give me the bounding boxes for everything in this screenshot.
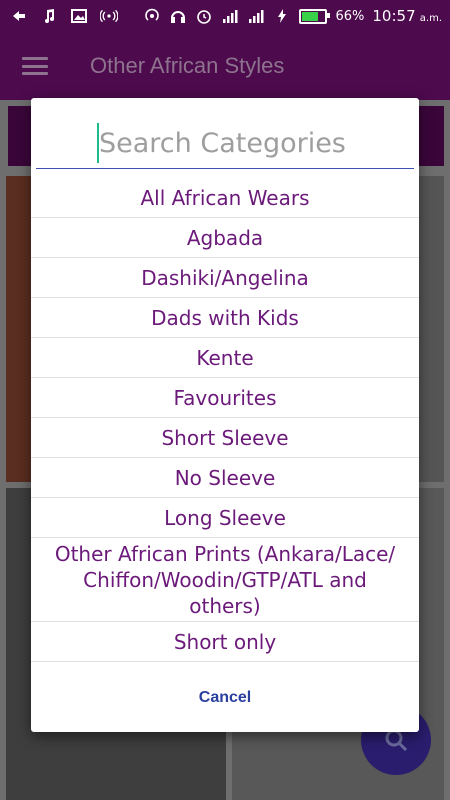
category-item-label: All African Wears: [140, 185, 310, 210]
search-field[interactable]: [36, 118, 414, 169]
category-item-label: Kente: [196, 345, 254, 370]
category-item[interactable]: Long Sleeve: [31, 498, 419, 538]
image-icon: [70, 7, 88, 25]
clock-time: 10:57: [372, 7, 416, 25]
hotspot-icon: [143, 7, 161, 25]
category-item-label: Other African Prints (Ankara/Lace/ Chiff…: [54, 541, 396, 618]
menu-icon[interactable]: [22, 57, 48, 75]
category-item[interactable]: Dashiki/Angelina: [31, 258, 419, 298]
search-input[interactable]: [99, 127, 399, 159]
battery-icon: [299, 8, 331, 24]
back-arrow-icon: [10, 7, 28, 25]
category-item-label: Short only: [173, 629, 277, 654]
headset-icon: [169, 7, 187, 25]
category-list: All African Wears Agbada Dashiki/Angelina D…: [31, 178, 419, 662]
broadcast-icon: [100, 7, 118, 25]
category-item[interactable]: Kente: [31, 338, 419, 378]
signal-icon: [221, 7, 239, 25]
status-bar: 66% 10:57 a.m.: [0, 0, 450, 32]
signal-icon: [247, 7, 265, 25]
category-item[interactable]: Short only: [31, 622, 419, 662]
app-bar: Other African Styles: [0, 32, 450, 100]
clock: 10:57 a.m.: [372, 7, 442, 25]
category-dialog: All African Wears Agbada Dashiki/Angelina D…: [31, 98, 419, 732]
status-right-icons: 66% 10:57 a.m.: [143, 7, 450, 25]
category-item-label: No Sleeve: [174, 465, 276, 490]
category-item[interactable]: Favourites: [31, 378, 419, 418]
category-item-label: Dads with Kids: [151, 305, 299, 330]
category-item-label: Favourites: [173, 385, 277, 410]
page-title: Other African Styles: [90, 53, 285, 78]
battery-percent: 66%: [335, 8, 365, 24]
cancel-button[interactable]: Cancel: [31, 678, 419, 718]
category-item-label: Agbada: [186, 225, 264, 250]
category-item-label: Long Sleeve: [164, 505, 286, 530]
category-item[interactable]: All African Wears: [31, 178, 419, 218]
category-item[interactable]: Other African Prints (Ankara/Lace/ Chiff…: [31, 538, 419, 622]
alarm-icon: [195, 7, 213, 25]
category-item-label: Dashiki/Angelina: [141, 265, 309, 290]
category-item[interactable]: Agbada: [31, 218, 419, 258]
status-left-icons: [0, 7, 118, 25]
music-icon: [40, 7, 58, 25]
category-item[interactable]: Dads with Kids: [31, 298, 419, 338]
clock-ampm: a.m.: [419, 13, 442, 24]
charging-icon: [273, 7, 291, 25]
category-item[interactable]: Short Sleeve: [31, 418, 419, 458]
category-item-label: Short Sleeve: [161, 425, 289, 450]
battery-level: [302, 11, 319, 21]
category-item[interactable]: No Sleeve: [31, 458, 419, 498]
